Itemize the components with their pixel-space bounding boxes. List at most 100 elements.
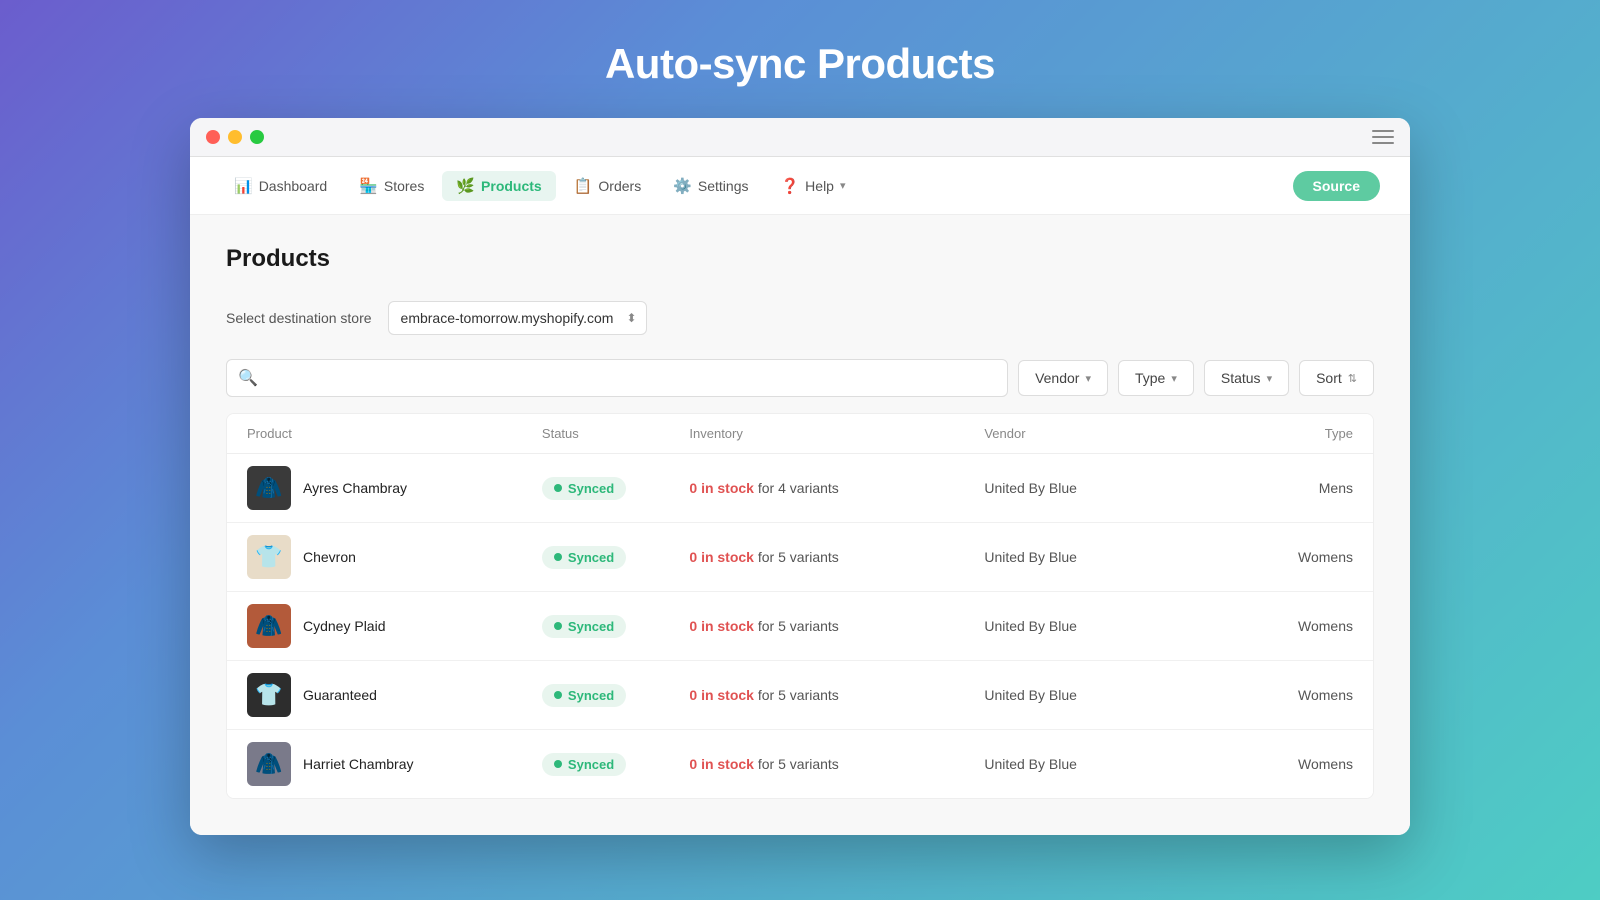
sort-button[interactable]: Sort ⇅ [1299,360,1374,396]
product-name: Guaranteed [303,687,377,703]
status-dot-icon [554,484,562,492]
type-cell: Womens [1206,618,1353,634]
product-name: Chevron [303,549,356,565]
content-area: Products Select destination store embrac… [190,215,1410,835]
status-filter-button[interactable]: Status ▾ [1204,360,1289,396]
search-input[interactable] [226,359,1008,397]
close-dot[interactable] [206,130,220,144]
vendor-filter-arrow-icon: ▾ [1085,372,1091,385]
nav-label-dashboard: Dashboard [259,178,328,194]
product-thumbnail: 🧥 [247,742,291,786]
product-cell: 🧥 Harriet Chambray [247,742,542,786]
nav-label-help: Help [805,178,834,194]
inventory-cell: 0 in stock for 5 variants [689,687,984,703]
col-header-product: Product [247,426,542,441]
sort-icon: ⇅ [1348,372,1357,385]
product-cell: 👕 Guaranteed [247,673,542,717]
status-badge: Synced [542,753,626,776]
inventory-cell: 0 in stock for 5 variants [689,756,984,772]
status-filter-label: Status [1221,370,1261,386]
window-controls [206,130,264,144]
nav-item-stores[interactable]: 🏪 Stores [345,171,438,201]
inventory-zero: 0 in stock [689,618,754,634]
status-cell: Synced [542,684,689,707]
table-row[interactable]: 🧥 Harriet Chambray Synced 0 in stock for… [227,730,1373,798]
table-header: Product Status Inventory Vendor Type [227,414,1373,454]
inventory-variants: for 5 variants [758,549,839,565]
table-row[interactable]: 🧥 Cydney Plaid Synced 0 in stock for 5 v… [227,592,1373,661]
nav-item-help[interactable]: ❓ Help ▾ [766,171,859,201]
type-cell: Womens [1206,549,1353,565]
destination-select[interactable]: embrace-tomorrow.myshopify.com [388,301,647,335]
col-header-status: Status [542,426,689,441]
status-dot-icon [554,760,562,768]
search-wrapper: 🔍 [226,359,1008,397]
status-dot-icon [554,622,562,630]
page-title: Auto-sync Products [605,40,995,88]
type-cell: Womens [1206,756,1353,772]
nav-item-settings[interactable]: ⚙️ Settings [659,171,762,201]
inventory-zero: 0 in stock [689,687,754,703]
type-filter-button[interactable]: Type ▾ [1118,360,1194,396]
type-filter-label: Type [1135,370,1165,386]
type-cell: Mens [1206,480,1353,496]
navbar: 📊 Dashboard 🏪 Stores 🌿 Products 📋 Orders… [190,157,1410,215]
minimize-dot[interactable] [228,130,242,144]
table-row[interactable]: 👕 Guaranteed Synced 0 in stock for 5 var… [227,661,1373,730]
inventory-zero: 0 in stock [689,480,754,496]
product-name: Harriet Chambray [303,756,413,772]
col-header-type: Type [1206,426,1353,441]
nav-label-stores: Stores [384,178,424,194]
nav-item-products[interactable]: 🌿 Products [442,171,555,201]
inventory-zero: 0 in stock [689,549,754,565]
nav-label-products: Products [481,178,542,194]
destination-label: Select destination store [226,310,372,326]
filter-bar: 🔍 Vendor ▾ Type ▾ Status ▾ Sort ⇅ [226,359,1374,397]
product-cell: 🧥 Ayres Chambray [247,466,542,510]
inventory-cell: 0 in stock for 5 variants [689,618,984,634]
nav-label-settings: Settings [698,178,749,194]
orders-icon: 📋 [574,177,593,195]
hamburger-icon[interactable] [1372,130,1394,144]
product-thumbnail: 👕 [247,535,291,579]
status-cell: Synced [542,753,689,776]
vendor-cell: United By Blue [984,618,1205,634]
products-heading: Products [226,245,1374,273]
vendor-cell: United By Blue [984,687,1205,703]
status-dot-icon [554,553,562,561]
status-text: Synced [568,550,614,565]
nav-item-orders[interactable]: 📋 Orders [560,171,655,201]
dashboard-icon: 📊 [234,177,253,195]
titlebar [190,118,1410,157]
table-row[interactable]: 🧥 Ayres Chambray Synced 0 in stock for 4… [227,454,1373,523]
products-icon: 🌿 [456,177,475,195]
inventory-cell: 0 in stock for 5 variants [689,549,984,565]
inventory-cell: 0 in stock for 4 variants [689,480,984,496]
status-badge: Synced [542,477,626,500]
status-filter-arrow-icon: ▾ [1267,372,1273,385]
vendor-cell: United By Blue [984,549,1205,565]
table-row[interactable]: 👕 Chevron Synced 0 in stock for 5 varian… [227,523,1373,592]
vendor-cell: United By Blue [984,480,1205,496]
product-thumbnail: 🧥 [247,604,291,648]
nav-item-dashboard[interactable]: 📊 Dashboard [220,171,341,201]
col-header-inventory: Inventory [689,426,984,441]
nav-links: 📊 Dashboard 🏪 Stores 🌿 Products 📋 Orders… [220,171,1293,201]
products-table: Product Status Inventory Vendor Type 🧥 A… [226,413,1374,799]
source-button[interactable]: Source [1293,171,1380,201]
status-text: Synced [568,757,614,772]
inventory-variants: for 5 variants [758,687,839,703]
status-cell: Synced [542,477,689,500]
stores-icon: 🏪 [359,177,378,195]
search-icon: 🔍 [238,368,258,388]
destination-select-wrapper: embrace-tomorrow.myshopify.com ⬍ [388,301,647,335]
status-cell: Synced [542,546,689,569]
vendor-filter-label: Vendor [1035,370,1079,386]
maximize-dot[interactable] [250,130,264,144]
type-cell: Womens [1206,687,1353,703]
product-thumbnail: 🧥 [247,466,291,510]
col-header-vendor: Vendor [984,426,1205,441]
vendor-filter-button[interactable]: Vendor ▾ [1018,360,1108,396]
app-window: 📊 Dashboard 🏪 Stores 🌿 Products 📋 Orders… [190,118,1410,835]
status-text: Synced [568,688,614,703]
